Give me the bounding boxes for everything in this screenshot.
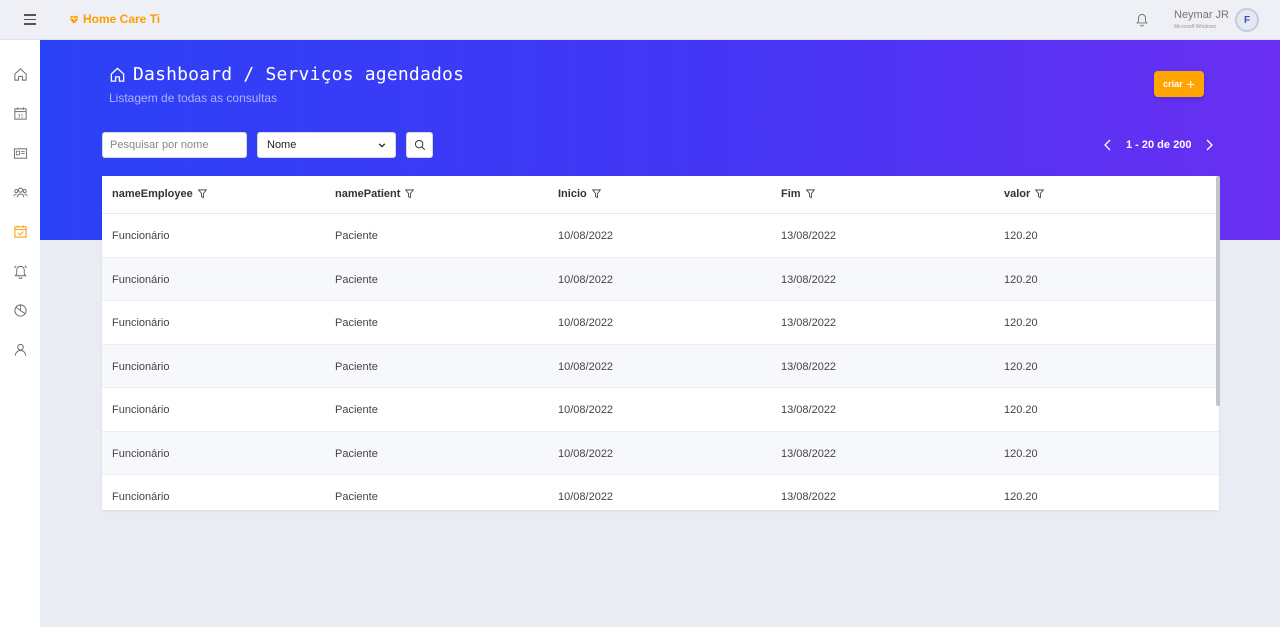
cell-valor: 120.20 [1004, 230, 1038, 242]
cell-name-employee: Funcionário [112, 447, 170, 460]
cell-name-patient: Paciente [335, 273, 378, 286]
menu-toggle-button[interactable] [20, 12, 40, 28]
page-title: Dashboard / Serviços agendados [133, 64, 465, 85]
cell-name-patient: Paciente [335, 360, 378, 373]
id-card-icon[interactable] [13, 146, 28, 161]
cell-inicio: 10/08/2022 [558, 273, 614, 286]
cell-name-employee: Funcionário [112, 317, 170, 329]
page-header: Dashboard / Serviços agendados [109, 64, 464, 85]
cell-inicio: 10/08/2022 [558, 317, 614, 329]
cell-fim: 13/08/2022 [781, 273, 837, 286]
column-label: valor [1004, 188, 1031, 200]
page-subtitle: Listagem de todas as consultas [109, 91, 278, 105]
sidebar: 31 [0, 40, 40, 627]
filter-icon[interactable] [197, 189, 207, 199]
home-icon[interactable] [109, 66, 126, 83]
cell-name-patient: Paciente [335, 230, 378, 242]
cell-name-patient: Paciente [335, 491, 378, 503]
cell-fim: 13/08/2022 [781, 491, 837, 503]
filter-select-value: Nome [267, 139, 297, 151]
app-name: Home Care Ti [83, 12, 161, 26]
cell-fim: 13/08/2022 [781, 404, 837, 416]
user-icon[interactable] [13, 342, 28, 357]
cell-inicio: 10/08/2022 [558, 491, 614, 503]
chevron-left-icon[interactable] [1101, 138, 1115, 152]
hamburger-icon [24, 14, 36, 16]
filter-icon[interactable] [405, 189, 415, 199]
user-name: Neymar JR [1174, 9, 1230, 21]
cell-name-patient: Paciente [335, 317, 378, 329]
cell-inicio: 10/08/2022 [558, 360, 614, 373]
table-row[interactable]: Funcionário Paciente 10/08/2022 13/08/20… [102, 257, 1219, 301]
cell-valor: 120.20 [1004, 360, 1038, 373]
pie-chart-icon[interactable] [13, 303, 28, 318]
search-icon [414, 139, 425, 151]
calendar-icon[interactable]: 31 [13, 106, 28, 121]
bell-icon[interactable] [1136, 13, 1148, 27]
cell-fim: 13/08/2022 [781, 317, 837, 329]
table-row[interactable]: Funcionário Paciente 10/08/2022 13/08/20… [102, 301, 1219, 345]
cell-valor: 120.20 [1004, 317, 1038, 329]
column-label: nameEmployee [112, 188, 193, 200]
column-header-inicio: Inicio [558, 188, 601, 200]
user-subtitle: Microsoft Windows [1174, 24, 1216, 30]
table-header: nameEmployee namePatient Inicio Fim valo… [102, 176, 1219, 214]
cell-valor: 120.20 [1004, 273, 1038, 286]
filter-icon[interactable] [805, 189, 815, 199]
chevron-down-icon [378, 143, 386, 148]
table-row[interactable]: Funcionário Paciente 10/08/2022 13/08/20… [102, 344, 1219, 388]
hamburger-icon-line [24, 18, 36, 20]
create-button[interactable]: criar + [1154, 71, 1204, 97]
chevron-right-icon[interactable] [1202, 138, 1216, 152]
cell-name-employee: Funcionário [112, 491, 170, 503]
cell-name-employee: Funcionário [112, 230, 170, 242]
filter-icon[interactable] [591, 189, 601, 199]
cell-valor: 120.20 [1004, 404, 1038, 416]
cell-inicio: 10/08/2022 [558, 230, 614, 242]
hamburger-icon-line [24, 23, 36, 25]
column-header-fim: Fim [781, 188, 815, 200]
table-row[interactable]: Funcionário Paciente 10/08/2022 13/08/20… [102, 388, 1219, 432]
cell-name-employee: Funcionário [112, 273, 170, 286]
user-info[interactable]: Neymar JR Microsoft Windows [1174, 9, 1229, 30]
cell-fim: 13/08/2022 [781, 447, 837, 460]
table-row[interactable]: Funcionário Paciente 10/08/2022 13/08/20… [102, 214, 1219, 258]
column-label: Fim [781, 188, 801, 200]
plus-icon: + [1186, 76, 1195, 92]
create-button-label: criar [1163, 79, 1183, 89]
cell-valor: 120.20 [1004, 447, 1038, 460]
pagination-label: 1 - 20 de 200 [1126, 139, 1192, 151]
alarm-icon[interactable] [13, 264, 28, 279]
column-header-valor: valor [1004, 188, 1045, 200]
column-label: Inicio [558, 188, 587, 200]
filter-select[interactable]: Nome [257, 132, 396, 158]
cell-name-employee: Funcionário [112, 360, 170, 373]
home-icon[interactable] [13, 67, 28, 82]
column-header-name-patient: namePatient [335, 188, 415, 200]
appointments-table: nameEmployee namePatient Inicio Fim valo… [102, 176, 1219, 510]
svg-text:31: 31 [18, 114, 24, 120]
heart-icon [70, 15, 78, 24]
search-button[interactable] [406, 132, 433, 158]
cell-fim: 13/08/2022 [781, 360, 837, 373]
column-label: namePatient [335, 188, 401, 200]
table-row[interactable]: Funcionário Paciente 10/08/2022 13/08/20… [102, 475, 1219, 510]
column-header-name-employee: nameEmployee [112, 188, 207, 200]
search-input[interactable] [102, 132, 247, 158]
cell-inicio: 10/08/2022 [558, 404, 614, 416]
top-bar: Home Care Ti Neymar JR Microsoft Windows… [0, 0, 1280, 40]
calendar-check-icon[interactable] [13, 224, 28, 239]
cell-fim: 13/08/2022 [781, 230, 837, 242]
cell-name-patient: Paciente [335, 404, 378, 416]
team-icon[interactable] [13, 185, 28, 200]
cell-valor: 120.20 [1004, 491, 1038, 503]
cell-name-employee: Funcionário [112, 404, 170, 416]
cell-inicio: 10/08/2022 [558, 447, 614, 460]
table-row[interactable]: Funcionário Paciente 10/08/2022 13/08/20… [102, 431, 1219, 475]
table-scrollbar[interactable] [1216, 176, 1220, 406]
filter-icon[interactable] [1035, 189, 1045, 199]
avatar[interactable]: F [1235, 8, 1259, 32]
brand-logo[interactable]: Home Care Ti [68, 12, 160, 26]
cell-name-patient: Paciente [335, 447, 378, 460]
